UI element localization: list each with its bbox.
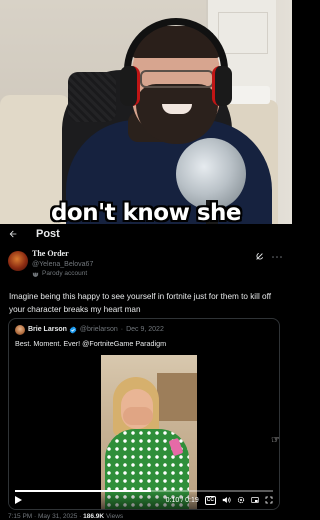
- quoted-tweet[interactable]: Brie Larson @brielarson · Dec 9, 2022 Be…: [8, 318, 280, 510]
- volume-icon[interactable]: [222, 496, 231, 504]
- video-frame: [101, 355, 197, 509]
- author-handle[interactable]: @Yelena_Belova67: [32, 261, 93, 269]
- video-progress-bar[interactable]: [15, 490, 273, 492]
- views-label: Views: [105, 513, 124, 520]
- quote-text: Best. Moment. Ever! @FortniteGame Paradi…: [15, 339, 167, 348]
- views-count[interactable]: 186.9K: [83, 513, 104, 520]
- tweet-header-actions: [255, 252, 282, 261]
- stream-caption: don't know she: [50, 200, 242, 224]
- webcam-feed: don't know she: [0, 0, 292, 224]
- parody-label: Parody account: [42, 270, 88, 278]
- tweet-text: Imagine being this happy to see yourself…: [9, 292, 271, 314]
- avatar[interactable]: [8, 251, 28, 271]
- parody-badge: Parody account: [32, 270, 93, 277]
- quote-separator: ·: [120, 326, 124, 333]
- quote-header: Brie Larson @brielarson · Dec 9, 2022: [9, 319, 279, 335]
- quote-author-name[interactable]: Brie Larson: [28, 326, 67, 333]
- headphone-cup-left: [120, 66, 140, 106]
- video-time: 0:10 / 0:19: [165, 496, 199, 504]
- picture-in-picture-icon[interactable]: [251, 496, 259, 504]
- video-controls: 0:10 / 0:19 CC: [9, 490, 279, 509]
- quote-avatar[interactable]: [15, 324, 25, 335]
- back-arrow-icon[interactable]: [0, 224, 26, 244]
- video-control-icons: CC: [204, 495, 273, 505]
- author-name[interactable]: The Order: [32, 249, 93, 259]
- chair-mesh: [68, 72, 116, 122]
- page-title: Post: [36, 228, 60, 240]
- video-shelf: [157, 373, 197, 421]
- post-header: Post: [0, 224, 292, 244]
- video-progress-fill: [15, 490, 151, 492]
- video-player[interactable]: ☞ 0:10 / 0:19 CC: [9, 355, 280, 509]
- quote-date: Dec 9, 2022: [126, 326, 164, 333]
- fullscreen-icon[interactable]: [265, 496, 273, 504]
- captions-icon[interactable]: CC: [204, 495, 216, 505]
- tweet-author-row: The Order @Yelena_Belova67 Parody accoun…: [0, 248, 292, 286]
- more-options-icon[interactable]: [272, 255, 282, 259]
- author-meta: The Order @Yelena_Belova67 Parody accoun…: [32, 249, 93, 286]
- mask-icon: [32, 272, 39, 277]
- play-icon[interactable]: [15, 494, 25, 506]
- video-person-hands: [123, 407, 153, 425]
- tweet-timestamp: 7:15 PM · May 31, 2025 ·: [8, 513, 82, 520]
- tweet: The Order @Yelena_Belova67 Parody accoun…: [0, 248, 292, 316]
- verified-badge-icon: [69, 325, 77, 334]
- headphone-cup-right: [212, 66, 232, 106]
- mouse-cursor-icon: ☞: [271, 435, 280, 446]
- grok-icon[interactable]: [255, 252, 264, 261]
- quote-author-handle: @brielarson: [79, 326, 118, 333]
- tweet-footer: 7:15 PM · May 31, 2025 · 186.9K Views: [8, 513, 123, 520]
- settings-gear-icon[interactable]: [237, 496, 245, 504]
